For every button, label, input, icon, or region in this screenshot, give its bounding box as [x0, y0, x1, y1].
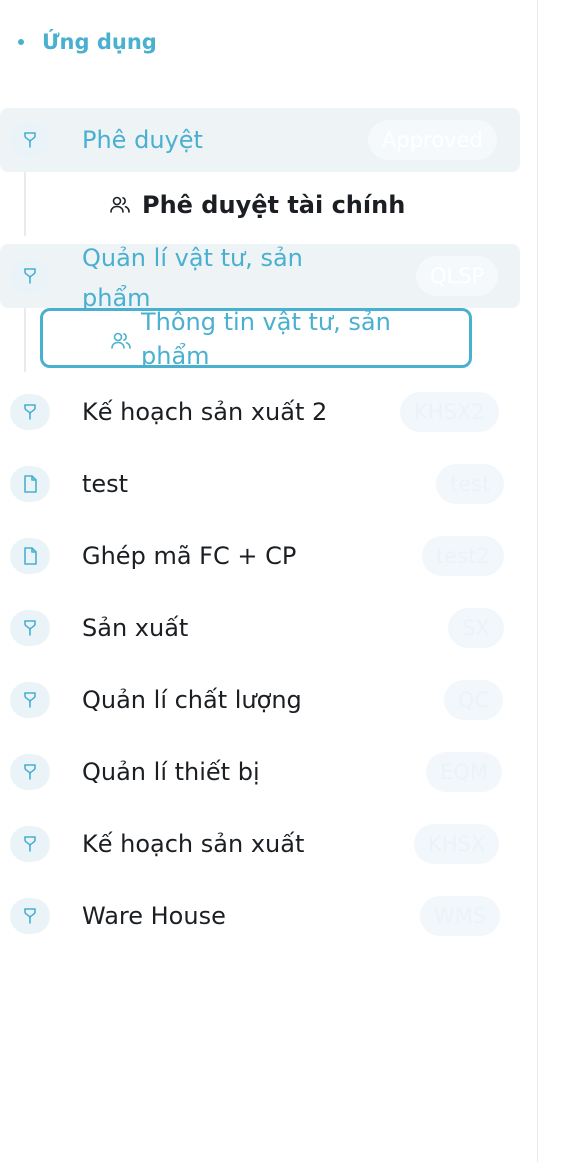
menu-item-warehouse[interactable]: Ware House WMS — [0, 884, 520, 948]
badge: WMS — [420, 896, 501, 936]
section-header: Ứng dụng — [18, 30, 157, 54]
badge: QC — [444, 680, 504, 720]
menu-item-quality[interactable]: Quản lí chất lượng QC — [0, 668, 520, 732]
bullet-dot — [18, 39, 24, 45]
menu-item-materials[interactable]: Quản lí vật tư, sản phẩm QLSP — [0, 244, 520, 312]
badge: test — [436, 464, 505, 504]
tree-line — [24, 308, 26, 372]
file-icon — [10, 538, 50, 574]
git-branch-icon — [10, 682, 50, 718]
git-branch-icon — [10, 610, 50, 646]
section-label: Ứng dụng — [42, 30, 157, 54]
menu-item-approval[interactable]: Phê duyệt Approved — [0, 108, 520, 172]
menu-item-label: Ghép mã FC + CP — [82, 542, 297, 570]
git-branch-icon — [10, 826, 50, 862]
menu-item-label: Quản lí thiết bị — [82, 758, 260, 786]
git-branch-icon — [10, 258, 50, 294]
file-icon — [10, 466, 50, 502]
badge: KHSX2 — [400, 392, 499, 432]
menu-item-label: Quản lí chất lượng — [82, 686, 302, 714]
menu-item-label: test — [82, 470, 129, 498]
submenu-item-finance-approval[interactable]: Phê duyệt tài chính — [0, 188, 520, 222]
git-branch-icon — [10, 122, 50, 158]
menu-item-fc-cp[interactable]: Ghép mã FC + CP test2 — [0, 524, 520, 588]
git-branch-icon — [10, 754, 50, 790]
menu-item-test[interactable]: test test — [0, 452, 520, 516]
badge: QLSP — [416, 256, 499, 296]
submenu-item-materials-info[interactable]: Thông tin vật tư, sản phẩm — [40, 308, 472, 368]
git-branch-icon — [10, 394, 50, 430]
menu-item-production-plan-2[interactable]: Kế hoạch sản xuất 2 KHSX2 — [0, 380, 520, 444]
menu-item-label: Quản lí vật tư, sản phẩm — [82, 244, 303, 312]
badge: KHSX — [414, 824, 500, 864]
badge: test2 — [422, 536, 504, 576]
git-branch-icon — [10, 898, 50, 934]
menu-item-production[interactable]: Sản xuất SX — [0, 596, 520, 660]
menu-item-label: Phê duyệt — [82, 126, 203, 154]
users-icon — [110, 196, 130, 213]
menu-item-production-plan[interactable]: Kế hoạch sản xuất KHSX — [0, 812, 520, 876]
submenu-item-label: Phê duyệt tài chính — [142, 191, 406, 219]
badge: EQM — [426, 752, 502, 792]
badge: Approved — [368, 120, 497, 160]
users-icon — [111, 332, 131, 349]
menu-item-label: Kế hoạch sản xuất — [82, 830, 305, 858]
menu-item-label: Sản xuất — [82, 614, 189, 642]
badge: SX — [448, 608, 504, 648]
menu-item-label: Kế hoạch sản xuất 2 — [82, 398, 328, 426]
panel-divider — [537, 0, 538, 1162]
menu-item-equipment[interactable]: Quản lí thiết bị EQM — [0, 740, 520, 804]
submenu-item-label: Thông tin vật tư, sản phẩm — [141, 308, 391, 368]
menu-item-label: Ware House — [82, 902, 226, 930]
